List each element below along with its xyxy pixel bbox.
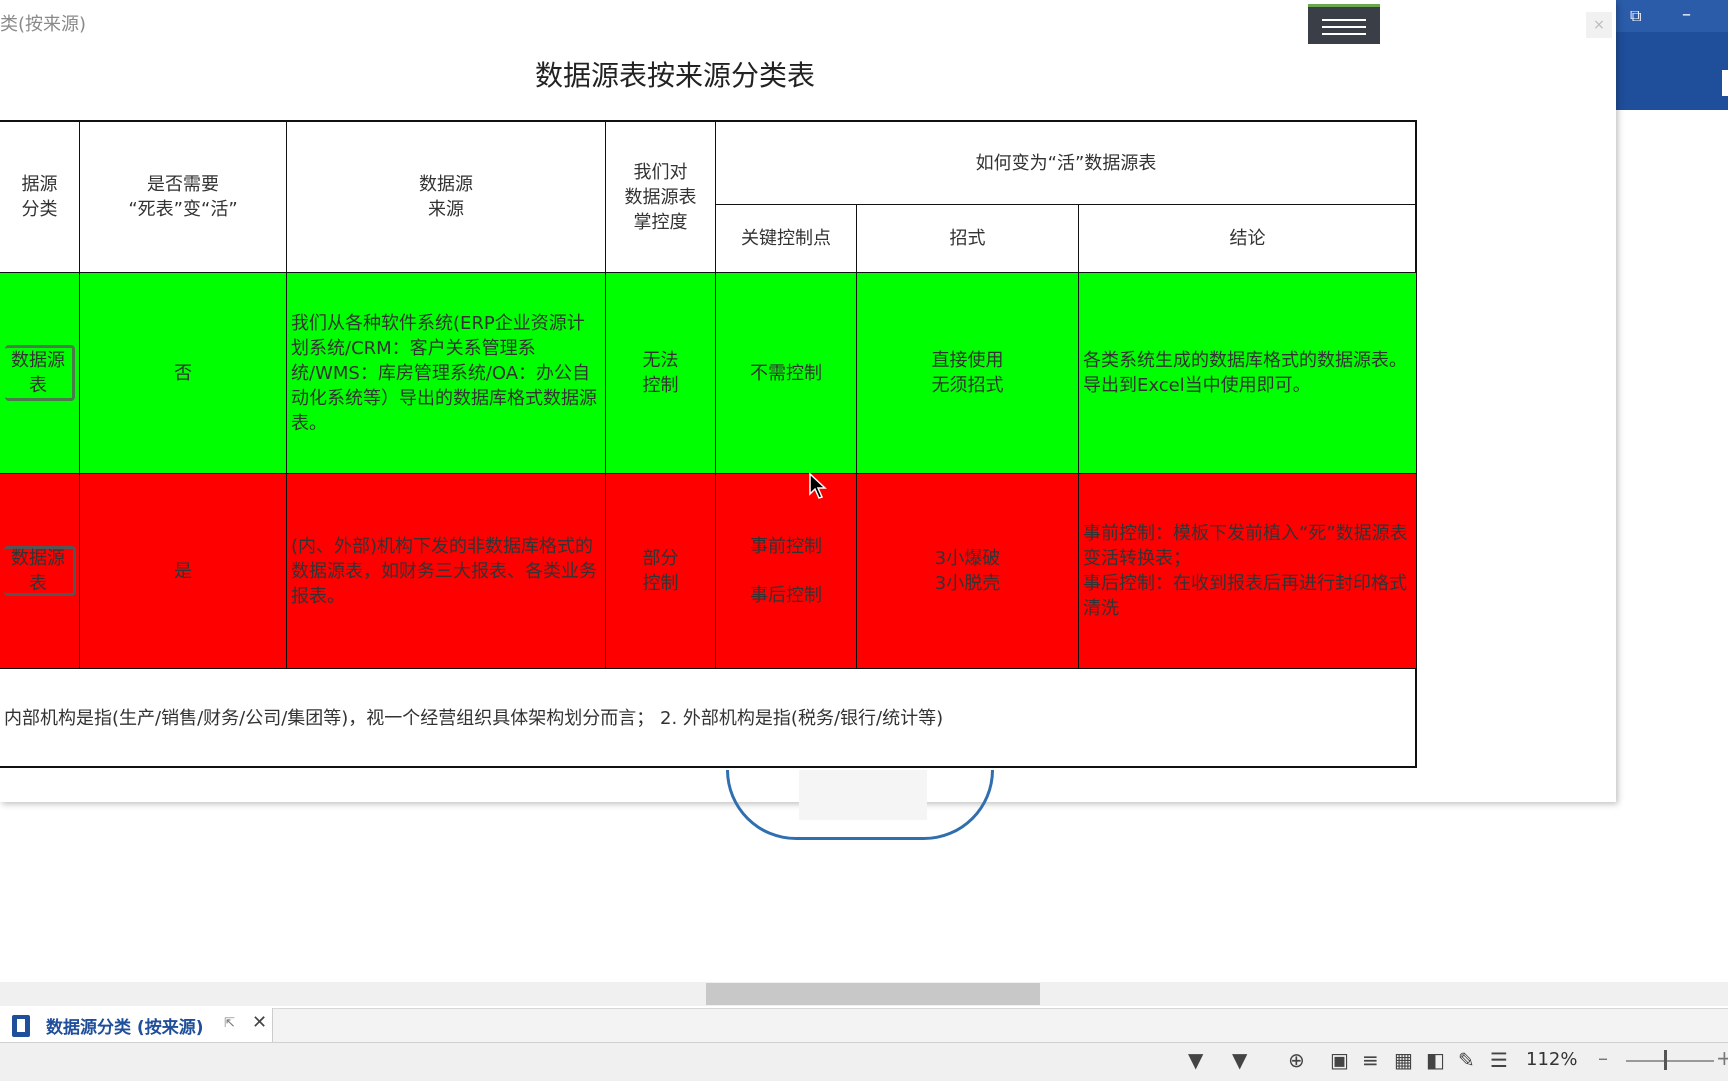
mouse-cursor-icon (809, 472, 827, 499)
zoom-slider-knob[interactable] (1664, 1050, 1667, 1070)
grid-line (716, 204, 1416, 205)
header-group-how-to-activate: 如何变为“活”数据源表 (975, 152, 1157, 174)
grid-line (286, 122, 287, 668)
row2-control-level: 部分 控制 (606, 474, 715, 668)
close-panel-button[interactable]: × (1586, 12, 1612, 38)
window-caption: 类(按来源) (0, 14, 87, 35)
row1-source: 我们从各种软件系统(ERP企业资源计划系统/CRM：客户关系管理系统/WMS：库… (287, 273, 605, 473)
sheet-title: 数据源表按来源分类表 (534, 59, 815, 92)
menu-icon-line (1322, 26, 1366, 28)
window-edge-marker (1722, 70, 1728, 96)
header-method: 招式 (949, 228, 986, 249)
row2-key-point-pre: 事前控制 (750, 536, 822, 557)
row1-category-box: 数据源表 (4, 345, 75, 401)
classification-table: 据源 分类 是否需要 “死表”变“活” 数据源 来源 我们对 数据源表 掌控度 … (0, 120, 1417, 768)
tab-popout-icon[interactable]: ⇱ (224, 1016, 235, 1031)
row2-key-point-post: 事后控制 (750, 585, 822, 606)
menu-icon-line (1322, 33, 1366, 35)
minimize-window-button[interactable]: – (1682, 4, 1691, 25)
calendar-icon[interactable]: ▦ (1394, 1048, 1413, 1072)
header-category: 据源 分类 (21, 174, 58, 220)
navigate-icon[interactable]: ⊕ (1288, 1048, 1305, 1072)
grid-line (79, 122, 80, 668)
grid-line (0, 272, 1416, 273)
row1-need-convert: 否 (80, 273, 286, 473)
row1-method: 直接使用 无须招式 (857, 273, 1078, 473)
zoom-level[interactable]: 112% (1526, 1049, 1577, 1070)
row2-category-box: 数据源表 (3, 546, 76, 596)
header-control-level: 我们对 数据源表 掌控度 (624, 161, 697, 233)
row2-key-point: 事前控制 事后控制 (716, 474, 856, 668)
row1-control-level: 无法 控制 (606, 273, 715, 473)
table-footnote: 内部机构是指(生产/销售/财务/公司/集团等)，视一个经营组织具体架构划分而言；… (4, 708, 944, 729)
row2-source: (内、外部)机构下发的非数据库格式的数据源表，如财务三大报表、各类业务报表。 (287, 474, 605, 668)
page-layout-icon[interactable]: ☰ (1490, 1048, 1508, 1072)
sheet-tab-label[interactable]: 数据源分类 (按来源) (46, 1013, 203, 1038)
tab-close-icon[interactable]: ✕ (252, 1012, 267, 1033)
protect-icon[interactable]: ◧ (1426, 1048, 1445, 1072)
menu-button[interactable] (1308, 4, 1380, 44)
embedded-shape-fill (799, 770, 927, 820)
header-source: 数据源 来源 (419, 174, 473, 220)
edit-icon[interactable]: ✎ (1458, 1048, 1475, 1072)
header-conclusion: 结论 (1229, 228, 1266, 249)
row1-key-point: 不需控制 (716, 273, 856, 473)
text-align-icon[interactable]: ≡ (1362, 1048, 1379, 1072)
grid-line (0, 668, 1416, 669)
grid-line (605, 122, 606, 668)
row1-category-cell: 数据源表 (0, 273, 79, 473)
background-window: ⧉ – (1616, 0, 1728, 110)
zoom-out-button[interactable]: – (1598, 1046, 1608, 1070)
row2-method: 3小爆破 3小脱壳 (857, 474, 1078, 668)
row2-need-convert: 是 (80, 474, 286, 668)
clear-filter-icon[interactable]: ▼ (1232, 1048, 1247, 1072)
sheet-document-icon (12, 1015, 30, 1037)
header-key-point: 关键控制点 (741, 228, 831, 249)
zoom-in-button[interactable]: + (1716, 1046, 1728, 1070)
grid-line (1078, 204, 1079, 668)
fit-page-icon[interactable]: ▣ (1330, 1048, 1349, 1072)
zoom-slider[interactable] (1626, 1060, 1714, 1062)
row2-conclusion: 事前控制：模板下发前植入“死”数据源表变活转换表； 事后控制：在收到报表后再进行… (1079, 474, 1416, 668)
horizontal-scrollbar-thumb[interactable] (706, 983, 1040, 1005)
menu-icon-line (1322, 19, 1366, 21)
header-need-convert: 是否需要 “死表”变“活” (128, 174, 238, 220)
row2-category-cell: 数据源表 (0, 474, 79, 668)
grid-line (856, 204, 857, 668)
row1-conclusion: 各类系统生成的数据库格式的数据源表。导出到Excel当中使用即可。 (1079, 273, 1416, 473)
filter-icon[interactable]: ▼ (1188, 1048, 1203, 1072)
embedded-shape[interactable] (726, 770, 994, 840)
restore-window-button[interactable]: ⧉ (1630, 6, 1641, 26)
grid-line (0, 473, 1416, 474)
